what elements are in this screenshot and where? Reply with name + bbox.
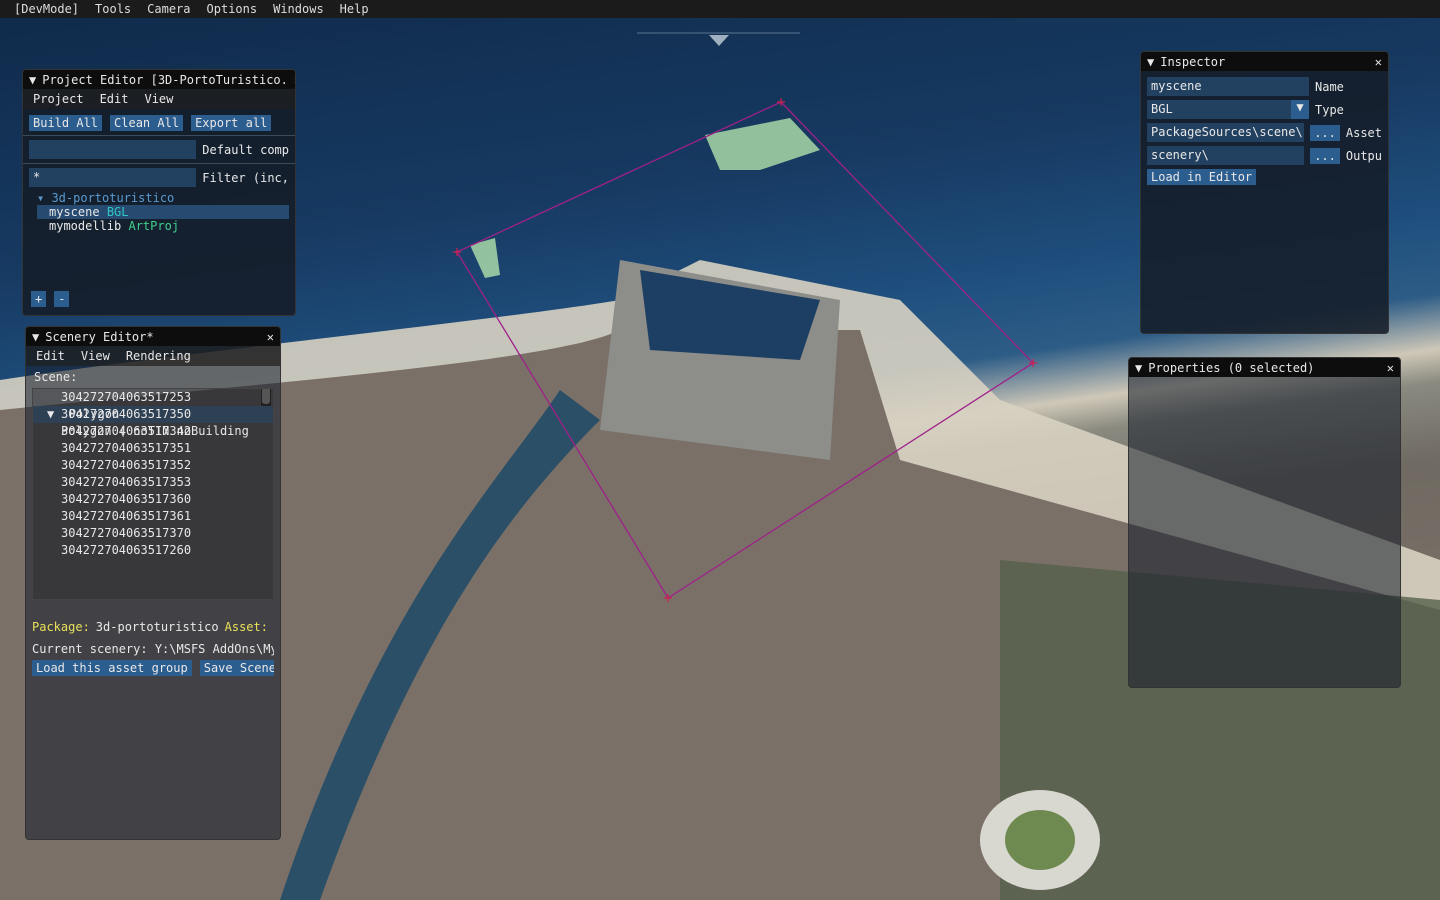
scene-label: Scene: <box>34 370 78 384</box>
name-input[interactable]: myscene <box>1147 77 1309 96</box>
asset-label: Asset <box>1345 125 1382 140</box>
collapse-icon[interactable]: ▼ <box>32 330 39 344</box>
chevron-down-icon[interactable]: ▼ <box>1291 100 1309 119</box>
menu-windows[interactable]: Windows <box>265 2 332 16</box>
remove-button[interactable]: - <box>54 291 70 307</box>
camera-drop-arrow-icon[interactable] <box>709 35 729 46</box>
menu-project[interactable]: Project <box>33 92 84 106</box>
add-button[interactable]: + <box>31 291 47 307</box>
current-scenery: Current scenery: Y:\MSFS AddOns\MyF <box>32 642 274 656</box>
list-item[interactable]: 304272704063517361 <box>33 508 273 525</box>
collapse-icon[interactable]: ▼ <box>1135 361 1142 375</box>
project-editor-window: ▼ Project Editor [3D-PortoTuristico. ✕ Pro… <box>22 69 296 316</box>
collapse-icon[interactable]: ▼ <box>1147 55 1154 69</box>
window-title: Scenery Editor* <box>45 329 154 344</box>
menu-view[interactable]: View <box>144 92 173 106</box>
menu-help[interactable]: Help <box>332 2 377 16</box>
package-label: Package: <box>32 620 90 634</box>
list-item[interactable]: 304272704063517260 <box>33 542 273 559</box>
clean-all-button[interactable]: Clean All <box>110 115 184 131</box>
list-item[interactable]: 304272704063517352 <box>33 457 273 474</box>
menu-devmode[interactable]: [DevMode] <box>6 2 87 16</box>
list-item[interactable]: 304272704063517351 <box>33 440 273 457</box>
item-type: ArtProj <box>128 219 180 233</box>
menu-view[interactable]: View <box>81 349 110 363</box>
list-item[interactable]: Polygon ( noTIN noBuilding <box>33 423 273 440</box>
inspector-window: ▼ Inspector ✕ myscene Name BGL ▼ Type Package… <box>1140 51 1389 334</box>
output-label: Outpu <box>1345 148 1382 163</box>
type-label: Type <box>1315 102 1344 117</box>
tree-item-myscene[interactable]: myscene BGL <box>37 205 289 219</box>
properties-window: ▼ Properties (0 selected) ✕ <box>1128 357 1401 688</box>
save-scenery-button[interactable]: Save Scener <box>199 660 274 676</box>
output-dir-input[interactable]: scenery\ <box>1147 146 1305 165</box>
type-value: BGL <box>1151 102 1173 116</box>
list-item[interactable]: 304272704063517370 <box>33 525 273 542</box>
group-label: Polygon <box>68 407 120 421</box>
list-item[interactable]: 304272704063517353 <box>33 474 273 491</box>
menu-edit[interactable]: Edit <box>36 349 65 363</box>
menu-rendering[interactable]: Rendering <box>126 349 191 363</box>
menu-edit[interactable]: Edit <box>100 92 129 106</box>
item-type: BGL <box>106 205 129 219</box>
close-icon[interactable]: ✕ <box>267 330 274 344</box>
item-name: myscene <box>49 205 100 219</box>
name-label: Name <box>1315 79 1344 94</box>
close-icon[interactable]: ✕ <box>294 73 295 87</box>
filter-label: Filter (inc, <box>202 170 289 185</box>
asset-label: Asset: <box>224 620 268 634</box>
tree-root-label: 3d-portoturistico <box>51 191 175 205</box>
browse-output-button[interactable]: ... <box>1310 147 1340 164</box>
scene-list[interactable]: 304272704063517253 304272704063517350 3042… <box>32 388 274 600</box>
export-all-button[interactable]: Export all <box>191 115 272 131</box>
package-value: 3d-portoturistico <box>95 620 219 634</box>
browse-asset-button[interactable]: ... <box>1310 124 1340 141</box>
scenery-editor-window: ▼ Scenery Editor* ✕ Edit View Rendering Sc… <box>25 326 281 840</box>
dev-menubar: [DevMode] Tools Camera Options Windows H… <box>0 0 1440 18</box>
window-title: Properties (0 selected) <box>1148 360 1315 375</box>
load-asset-group-button[interactable]: Load this asset group <box>32 660 192 676</box>
close-icon[interactable]: ✕ <box>1375 55 1382 69</box>
build-all-button[interactable]: Build All <box>29 115 103 131</box>
default-company-input[interactable] <box>29 140 197 159</box>
menu-camera[interactable]: Camera <box>139 2 198 16</box>
project-tree: ▾ 3d-portoturistico myscene BGL mymodell… <box>37 191 289 233</box>
menu-tools[interactable]: Tools <box>87 2 139 16</box>
tree-item-mymodellib[interactable]: mymodellib ArtProj <box>37 219 289 233</box>
list-item[interactable]: 304272704063517253 <box>33 389 273 406</box>
tree-root[interactable]: ▾ 3d-portoturistico <box>37 191 289 205</box>
type-select[interactable]: BGL ▼ <box>1147 100 1309 119</box>
window-title: Inspector <box>1160 54 1226 69</box>
close-icon[interactable]: ✕ <box>1387 361 1394 375</box>
list-item[interactable]: 304272704063517360 <box>33 491 273 508</box>
collapse-icon[interactable]: ▼ <box>29 73 36 87</box>
item-name: mymodellib <box>49 219 122 233</box>
asset-dir-input[interactable]: PackageSources\scene\ <box>1147 123 1305 142</box>
window-title: Project Editor [3D-PortoTuristico. <box>42 72 288 87</box>
default-company-label: Default comp <box>202 142 289 157</box>
load-in-editor-button[interactable]: Load in Editor <box>1147 169 1257 185</box>
scrollbar[interactable] <box>261 389 271 406</box>
filter-input[interactable]: * <box>29 168 197 187</box>
menu-options[interactable]: Options <box>199 2 266 16</box>
